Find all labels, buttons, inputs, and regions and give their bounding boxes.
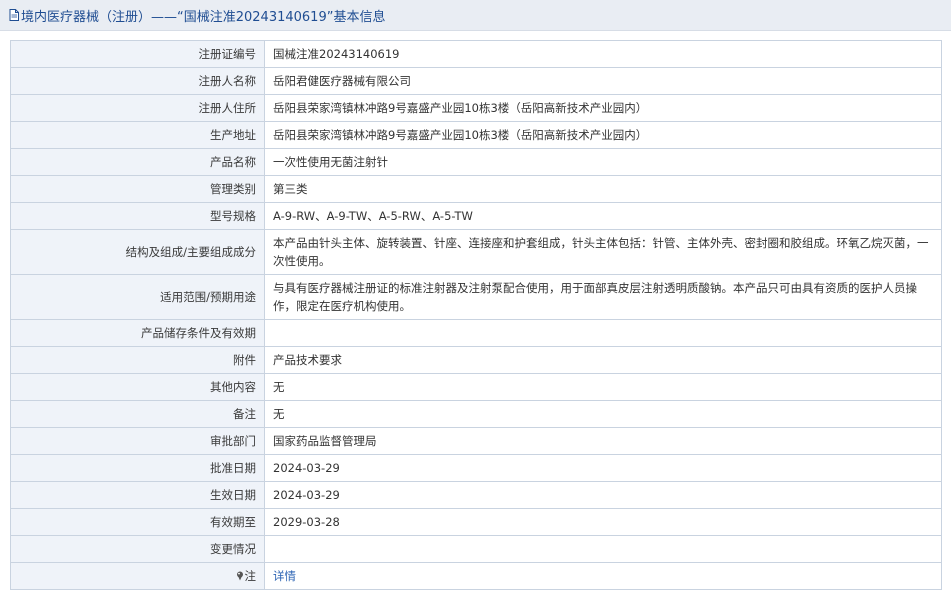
table-row: 注册人名称 岳阳君健医疗器械有限公司: [10, 67, 942, 95]
table-row: 生效日期 2024-03-29: [10, 481, 942, 509]
row-label: 审批部门: [10, 427, 265, 455]
row-value: 2024-03-29: [264, 481, 942, 509]
row-value: 岳阳县荣家湾镇林冲路9号嘉盛产业园10栋3楼（岳阳高新技术产业园内）: [264, 121, 942, 149]
row-label: 产品储存条件及有效期: [10, 319, 265, 347]
table-row: 审批部门 国家药品监督管理局: [10, 427, 942, 455]
row-label: 批准日期: [10, 454, 265, 482]
row-label: 注册证编号: [10, 40, 265, 68]
row-label: 结构及组成/主要组成成分: [10, 229, 265, 275]
row-value: 无: [264, 400, 942, 428]
row-value: [264, 319, 942, 347]
row-label: 备注: [10, 400, 265, 428]
table-row: 注 详情: [10, 562, 942, 590]
row-value: 国家药品监督管理局: [264, 427, 942, 455]
row-label: 生产地址: [10, 121, 265, 149]
page-title: 境内医疗器械（注册）——“国械注准20243140619”基本信息: [21, 9, 386, 25]
details-link[interactable]: 详情: [273, 569, 296, 583]
row-value: 岳阳君健医疗器械有限公司: [264, 67, 942, 95]
row-value: [264, 535, 942, 563]
row-value: 国械注准20243140619: [264, 40, 942, 68]
table-row: 批准日期 2024-03-29: [10, 454, 942, 482]
row-label: 管理类别: [10, 175, 265, 203]
row-label: 生效日期: [10, 481, 265, 509]
row-value: 2029-03-28: [264, 508, 942, 536]
table-row: 备注 无: [10, 400, 942, 428]
row-label: 产品名称: [10, 148, 265, 176]
row-value: A-9-RW、A-9-TW、A-5-RW、A-5-TW: [264, 202, 942, 230]
row-label: 有效期至: [10, 508, 265, 536]
table-row: 产品储存条件及有效期: [10, 319, 942, 347]
info-table-wrapper: 注册证编号 国械注准20243140619 注册人名称 岳阳君健医疗器械有限公司…: [10, 40, 942, 590]
row-label: 附件: [10, 346, 265, 374]
registration-info-table: 注册证编号 国械注准20243140619 注册人名称 岳阳君健医疗器械有限公司…: [10, 40, 942, 590]
table-row: 其他内容 无: [10, 373, 942, 401]
document-icon: [9, 9, 19, 21]
table-row: 注册人住所 岳阳县荣家湾镇林冲路9号嘉盛产业园10栋3楼（岳阳高新技术产业园内）: [10, 94, 942, 122]
table-row: 管理类别 第三类: [10, 175, 942, 203]
table-row: 型号规格 A-9-RW、A-9-TW、A-5-RW、A-5-TW: [10, 202, 942, 230]
row-value: 岳阳县荣家湾镇林冲路9号嘉盛产业园10栋3楼（岳阳高新技术产业园内）: [264, 94, 942, 122]
row-value: 本产品由针头主体、旋转装置、针座、连接座和护套组成，针头主体包括：针管、主体外壳…: [264, 229, 942, 275]
row-value: 无: [264, 373, 942, 401]
note-label-cell: 注: [10, 562, 265, 590]
table-row: 产品名称 一次性使用无菌注射针: [10, 148, 942, 176]
table-row: 结构及组成/主要组成成分 本产品由针头主体、旋转装置、针座、连接座和护套组成，针…: [10, 229, 942, 275]
table-row: 附件 产品技术要求: [10, 346, 942, 374]
table-row: 注册证编号 国械注准20243140619: [10, 40, 942, 68]
row-value: 一次性使用无菌注射针: [264, 148, 942, 176]
row-label: 其他内容: [10, 373, 265, 401]
table-row: 适用范围/预期用途 与具有医疗器械注册证的标准注射器及注射泵配合使用，用于面部真…: [10, 274, 942, 320]
row-value: 第三类: [264, 175, 942, 203]
row-label: 适用范围/预期用途: [10, 274, 265, 320]
page-header: 境内医疗器械（注册）——“国械注准20243140619”基本信息: [0, 0, 951, 31]
row-label: 变更情况: [10, 535, 265, 563]
note-label: 注: [244, 569, 257, 583]
table-row: 生产地址 岳阳县荣家湾镇林冲路9号嘉盛产业园10栋3楼（岳阳高新技术产业园内）: [10, 121, 942, 149]
row-value: 2024-03-29: [264, 454, 942, 482]
pin-icon: [236, 568, 244, 581]
table-row: 变更情况: [10, 535, 942, 563]
table-row: 有效期至 2029-03-28: [10, 508, 942, 536]
row-label: 型号规格: [10, 202, 265, 230]
row-label: 注册人住所: [10, 94, 265, 122]
row-label: 注册人名称: [10, 67, 265, 95]
row-value: 与具有医疗器械注册证的标准注射器及注射泵配合使用，用于面部真皮层注射透明质酸钠。…: [264, 274, 942, 320]
row-value: 产品技术要求: [264, 346, 942, 374]
note-value-cell: 详情: [264, 562, 942, 590]
